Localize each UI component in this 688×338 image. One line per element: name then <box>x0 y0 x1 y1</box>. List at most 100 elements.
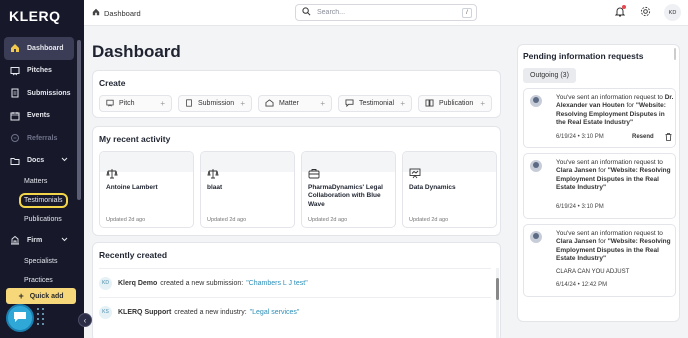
create-title: Create <box>99 78 126 88</box>
plus-icon: + <box>320 99 325 108</box>
top-bar: Dashboard / KD <box>84 0 688 26</box>
submission-icon <box>185 98 193 109</box>
list-item: KD Klerq Demo created a new submission: … <box>99 268 491 297</box>
tile-updated: Updated 2d ago <box>308 217 348 223</box>
search-shortcut-key: / <box>462 8 472 18</box>
sidebar-item-firm[interactable]: Firm <box>4 229 74 252</box>
request-text: You've sent an information request to Dr… <box>556 94 674 128</box>
calendar-icon <box>9 110 20 121</box>
recent-link[interactable]: "Chambers L J test" <box>246 280 308 287</box>
sidebar-item-submissions[interactable]: Submissions <box>4 82 74 105</box>
klerq-logo[interactable]: KLERQ <box>9 8 61 24</box>
list-item: KS KLERQ Support created a new industry:… <box>99 297 491 326</box>
sidebar-item-label: Matters <box>24 178 48 185</box>
settings-button[interactable] <box>640 6 651 19</box>
recent-activity-card: My recent activity Antoine Lambert Updat… <box>92 126 501 236</box>
create-testimonial-label: Testimonial <box>359 100 395 107</box>
recent-actor: KLERQ Support <box>118 308 172 316</box>
sidebar-item-pitches[interactable]: Pitches <box>4 60 74 83</box>
request-prefix: You've sent an information request to <box>556 159 663 166</box>
recent-action: created a new submission: <box>160 279 244 287</box>
avatar <box>530 95 542 107</box>
home-icon <box>9 43 20 54</box>
tile-updated: Updated 2d ago <box>106 217 146 223</box>
request-text: You've sent an information request to Cl… <box>556 230 674 264</box>
tile-name: Antoine Lambert <box>106 184 158 191</box>
create-publication-button[interactable]: Publication + <box>418 95 492 112</box>
briefcase-icon <box>308 168 320 181</box>
scrollbar-thumb[interactable] <box>496 278 499 300</box>
chat-support-button[interactable] <box>6 304 34 332</box>
notification-dot <box>622 5 626 9</box>
collapse-sidebar-button[interactable]: ‹ <box>78 313 92 327</box>
activity-tile[interactable]: PharmaDynamics' Legal Collaboration with… <box>301 151 396 228</box>
grip-dots-icon[interactable] <box>37 308 45 326</box>
sidebar-item-label: Firm <box>27 236 43 244</box>
quick-add-label: Quick add <box>29 292 64 300</box>
page-title: Dashboard <box>92 42 181 61</box>
home-icon <box>92 8 100 18</box>
recent-scrollbar[interactable] <box>496 268 499 338</box>
create-pitch-button[interactable]: Pitch + <box>99 95 172 112</box>
quick-add-button[interactable]: + Quick add <box>6 288 76 304</box>
sidebar-item-label: Specialists <box>24 257 58 265</box>
sidebar-item-label: Testimonials <box>19 193 68 208</box>
create-submission-button[interactable]: Submission + <box>178 95 252 112</box>
create-pitch-label: Pitch <box>119 100 135 107</box>
create-testimonial-button[interactable]: Testimonial + <box>338 95 412 112</box>
sidebar-item-referrals[interactable]: Referrals <box>4 127 74 150</box>
testimonial-icon <box>345 98 354 109</box>
sidebar-item-publications[interactable]: Publications <box>4 210 74 229</box>
sidebar-item-events[interactable]: Events <box>4 105 74 128</box>
sidebar-item-dashboard[interactable]: Dashboard <box>4 37 74 60</box>
request-mid: for <box>598 238 606 246</box>
panel-scrollbar[interactable] <box>674 48 676 60</box>
chat-icon <box>13 311 27 325</box>
plus-icon: + <box>240 99 245 108</box>
sidebar-item-docs[interactable]: Docs <box>4 150 74 173</box>
tab-outgoing[interactable]: Outgoing (3) <box>523 68 576 83</box>
create-publication-label: Publication <box>439 100 474 107</box>
sidebar-item-label: Events <box>27 112 50 120</box>
resend-button[interactable]: Resend <box>632 134 654 140</box>
sidebar-item-practices[interactable]: Practices <box>4 271 74 290</box>
sidebar-item-matters[interactable]: Matters <box>4 172 74 191</box>
referral-icon <box>9 133 20 144</box>
matter-icon <box>265 98 274 109</box>
sidebar-scrollbar[interactable] <box>77 40 81 200</box>
avatar: KD <box>99 276 112 290</box>
trash-icon[interactable] <box>665 133 672 143</box>
plus-icon: + <box>400 99 405 108</box>
recent-link[interactable]: "Legal services" <box>250 309 300 316</box>
request-card[interactable]: You've sent an information request to Dr… <box>523 88 676 148</box>
bell-icon <box>614 7 626 19</box>
create-matter-button[interactable]: Matter + <box>258 95 332 112</box>
recently-created-card: Recently created KD Klerq Demo created a… <box>92 242 501 338</box>
sidebar-item-specialists[interactable]: Specialists <box>4 252 74 271</box>
sidebar-item-testimonials[interactable]: Testimonials <box>4 191 74 210</box>
activity-tile[interactable]: Antoine Lambert Updated 2d ago <box>99 151 194 228</box>
notifications-button[interactable] <box>614 5 626 19</box>
activity-tile[interactable]: blaat Updated 2d ago <box>200 151 295 228</box>
sidebar-item-label: Publications <box>24 216 62 223</box>
request-date: 6/19/24 • 3:10 PM <box>556 134 604 140</box>
request-name: Clara Jansen <box>556 238 597 246</box>
search-input[interactable] <box>317 9 447 16</box>
activity-tile[interactable]: Data Dynamics Updated 2d ago <box>402 151 497 228</box>
request-card[interactable]: You've sent an information request to Cl… <box>523 153 676 219</box>
request-card[interactable]: You've sent an information request to Cl… <box>523 224 676 297</box>
avatar <box>530 160 542 172</box>
request-name: Clara Jansen <box>556 167 597 175</box>
plus-icon: + <box>160 99 165 108</box>
sidebar-item-label: Practices <box>24 276 53 284</box>
sidebar-item-label: Submissions <box>27 89 71 97</box>
request-date: 6/14/24 • 12:42 PM <box>556 282 608 288</box>
breadcrumb[interactable]: Dashboard <box>92 8 141 18</box>
request-note: CLARA CAN YOU ADJUST <box>556 269 630 275</box>
recent-action: created a new industry: <box>174 308 247 316</box>
sidebar-item-label: Dashboard <box>27 44 64 52</box>
search-bar[interactable]: / <box>295 4 477 21</box>
request-mid: for <box>626 102 635 110</box>
scales-icon <box>106 168 118 181</box>
user-avatar[interactable]: KD <box>664 4 681 21</box>
